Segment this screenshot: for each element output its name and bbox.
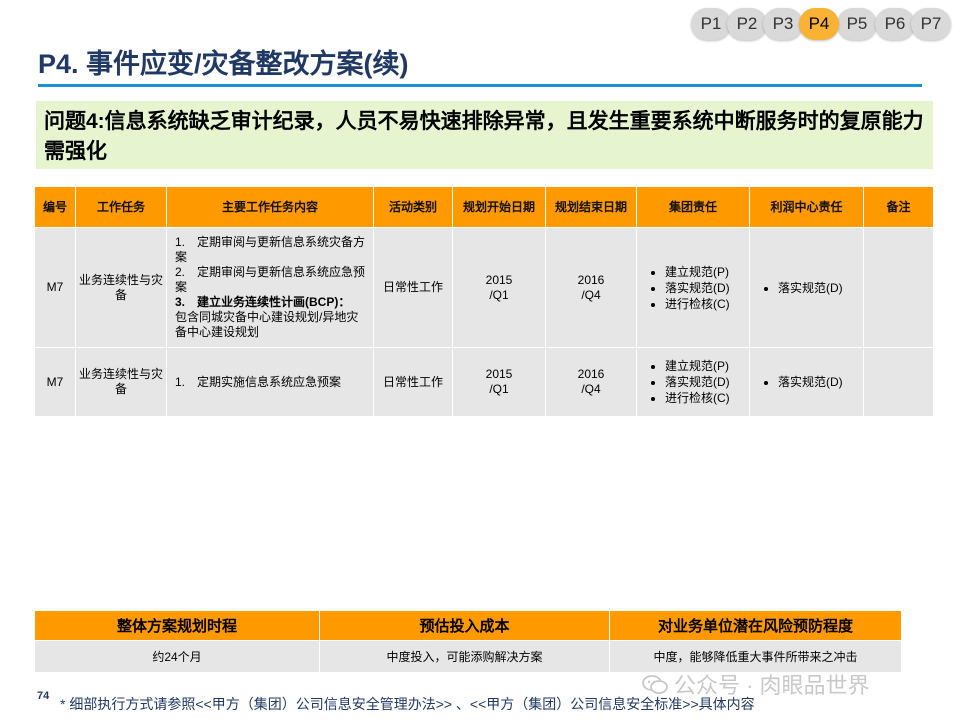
cell-id: M7 xyxy=(34,227,76,348)
cell-note xyxy=(863,347,934,417)
profit-item: 落实规范(D) xyxy=(778,374,860,390)
cell-start: 2015 /Q1 xyxy=(452,227,546,348)
group-item: 进行检核(C) xyxy=(665,390,746,406)
col-header-note: 备注 xyxy=(863,186,934,228)
content-item: 1. 定期实施信息系统应急预案 xyxy=(175,374,342,389)
table-header-row: 编号 工作任务 主要工作任务内容 活动类别 规划开始日期 规划结束日期 集团责任… xyxy=(34,186,934,228)
cell-id: M7 xyxy=(34,347,76,417)
content-item: 包含同城灾备中心建设规划/异地灾备中心建设规划 xyxy=(175,310,359,339)
cell-profit: 落实规范(D) xyxy=(749,227,864,348)
cell-content: 1. 定期审阅与更新信息系统灾备方案 2. 定期审阅与更新信息系统应急预案 3.… xyxy=(166,227,374,348)
page-number: 74 xyxy=(37,690,50,702)
cell-group: 建立规范(P) 落实规范(D) 进行检核(C) xyxy=(636,227,750,348)
cell-category: 日常性工作 xyxy=(373,347,453,417)
page-tab-p3[interactable]: P3 xyxy=(763,8,803,40)
summary-timeline: 约24个月 xyxy=(34,640,320,673)
cell-profit: 落实规范(D) xyxy=(749,347,864,417)
title-divider xyxy=(38,84,922,87)
cell-note xyxy=(863,227,934,348)
table-row: M7 业务连续性与灾备 1. 定期实施信息系统应急预案 日常性工作 2015 /… xyxy=(34,347,934,417)
content-item: 1. 定期审阅与更新信息系统灾备方案 xyxy=(175,235,366,264)
page-tab-p5[interactable]: P5 xyxy=(837,8,877,40)
col-header-group: 集团责任 xyxy=(636,186,750,228)
summary-table: 整体方案规划时程 预估投入成本 对业务单位潜在风险预防程度 约24个月 中度投入… xyxy=(34,610,902,673)
col-header-task: 工作任务 xyxy=(75,186,167,228)
group-item: 建立规范(P) xyxy=(665,264,746,280)
col-header-start: 规划开始日期 xyxy=(452,186,546,228)
summary-header-cost: 预估投入成本 xyxy=(319,610,610,641)
group-item: 落实规范(D) xyxy=(665,280,746,296)
issue-statement: 问题4:信息系统缺乏审计纪录，人员不易快速排除异常，且发生重要系统中断服务时的复… xyxy=(36,101,933,169)
table-row: M7 业务连续性与灾备 1. 定期审阅与更新信息系统灾备方案 2. 定期审阅与更… xyxy=(34,227,934,348)
page-tab-p6[interactable]: P6 xyxy=(875,8,915,40)
cell-start: 2015 /Q1 xyxy=(452,347,546,417)
col-header-profit: 利润中心责任 xyxy=(749,186,864,228)
group-item: 建立规范(P) xyxy=(665,358,746,374)
cell-group: 建立规范(P) 落实规范(D) 进行检核(C) xyxy=(636,347,750,417)
cell-content: 1. 定期实施信息系统应急预案 xyxy=(166,347,374,417)
watermark-text: 公众号 · 肉眼品世界 xyxy=(674,673,870,698)
group-item: 进行检核(C) xyxy=(665,296,746,312)
summary-header-risk: 对业务单位潜在风险预防程度 xyxy=(609,610,902,641)
summary-header-timeline: 整体方案规划时程 xyxy=(34,610,320,641)
cell-end: 2016 /Q4 xyxy=(545,227,637,348)
content-item: 3. 建立业务连续性计画(BCP)： xyxy=(175,295,351,309)
cell-end: 2016 /Q4 xyxy=(545,347,637,417)
wechat-icon xyxy=(642,675,668,694)
page-tab-p4[interactable]: P4 xyxy=(799,8,839,40)
col-header-end: 规划结束日期 xyxy=(545,186,637,228)
col-header-category: 活动类别 xyxy=(373,186,453,228)
group-item: 落实规范(D) xyxy=(665,374,746,390)
watermark: 公众号 · 肉眼品世界 xyxy=(642,668,870,700)
page-tab-p7[interactable]: P7 xyxy=(911,8,951,40)
col-header-id: 编号 xyxy=(34,186,76,228)
profit-item: 落实规范(D) xyxy=(778,280,860,296)
task-table: 编号 工作任务 主要工作任务内容 活动类别 规划开始日期 规划结束日期 集团责任… xyxy=(34,186,934,417)
page-title: P4. 事件应变/灾备整改方案(续) xyxy=(38,49,409,79)
cell-task: 业务连续性与灾备 xyxy=(75,227,167,348)
col-header-content: 主要工作任务内容 xyxy=(166,186,374,228)
summary-header-row: 整体方案规划时程 预估投入成本 对业务单位潜在风险预防程度 xyxy=(34,610,902,641)
cell-task: 业务连续性与灾备 xyxy=(75,347,167,417)
cell-category: 日常性工作 xyxy=(373,227,453,348)
content-item: 2. 定期审阅与更新信息系统应急预案 xyxy=(175,265,366,294)
page-tab-p1[interactable]: P1 xyxy=(691,8,731,40)
summary-cost: 中度投入，可能添购解决方案 xyxy=(319,640,610,673)
page-tab-p2[interactable]: P2 xyxy=(727,8,767,40)
